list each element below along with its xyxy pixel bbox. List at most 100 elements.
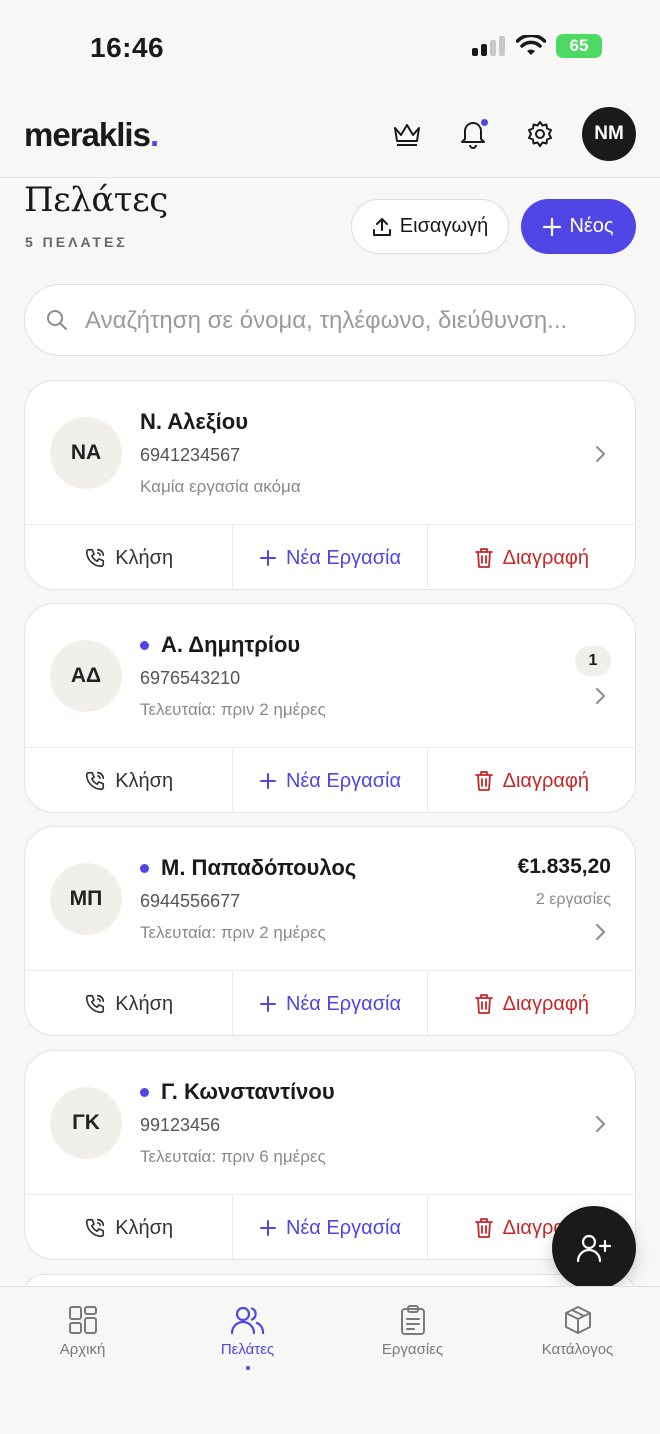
customer-actions: Κλήση Νέα Εργασία Διαγραφή xyxy=(25,524,635,589)
new-job-label: Νέα Εργασία xyxy=(285,546,402,569)
customer-name: Ν. Αλεξίου xyxy=(140,409,248,435)
delete-button[interactable]: Διαγραφή xyxy=(428,971,635,1035)
new-job-button[interactable]: Νέα Εργασία xyxy=(232,1195,428,1259)
user-avatar[interactable]: NM xyxy=(582,107,636,161)
user-plus-icon xyxy=(577,1234,611,1263)
chevron-right-icon xyxy=(596,446,605,462)
new-label: Νέος xyxy=(569,215,614,237)
trash-icon xyxy=(474,994,493,1014)
nav-label: Εργασίες xyxy=(381,1341,444,1358)
customer-last-activity: Τελευταία: πριν 2 ημέρες xyxy=(140,700,326,719)
delete-label: Διαγραφή xyxy=(502,546,590,569)
battery-indicator: 65 xyxy=(556,34,602,58)
customer-name-text: Μ. Παπαδόπουλος xyxy=(161,855,357,880)
logo-text: meraklis xyxy=(24,116,151,153)
grid-icon xyxy=(68,1306,97,1334)
new-customer-button[interactable]: Νέος xyxy=(521,199,636,254)
trash-icon xyxy=(474,1218,493,1238)
nav-item-customers[interactable]: Πελάτες xyxy=(165,1305,330,1370)
crown-icon[interactable] xyxy=(385,112,429,156)
chevron-right-icon xyxy=(596,688,605,704)
customer-card[interactable]: ΜΠ Μ. Παπαδόπουλος 6944556677 Τελευταία:… xyxy=(24,826,636,1036)
delete-button[interactable]: Διαγραφή xyxy=(428,525,635,589)
customer-avatar: ΝΑ xyxy=(50,417,122,489)
customer-phone: 6941234567 xyxy=(140,445,241,465)
customer-actions: Κλήση Νέα Εργασία Διαγραφή xyxy=(25,1194,635,1259)
new-job-button[interactable]: Νέα Εργασία xyxy=(232,748,428,812)
customer-card[interactable]: ΓΚ Γ. Κωνσταντίνου 99123456 Τελευταία: π… xyxy=(24,1050,636,1260)
nav-label: Αρχική xyxy=(59,1341,106,1358)
new-job-label: Νέα Εργασία xyxy=(285,1216,402,1239)
status-bar: 16:46 65 xyxy=(0,0,660,96)
phone-icon xyxy=(86,994,105,1014)
customer-name-text: Γ. Κωνσταντίνου xyxy=(161,1079,335,1104)
customer-name: Α. Δημητρίου xyxy=(140,632,300,658)
new-job-button[interactable]: Νέα Εργασία xyxy=(232,525,428,589)
logo[interactable]: meraklis. xyxy=(24,116,159,154)
notification-dot xyxy=(479,117,490,128)
call-button[interactable]: Κλήση xyxy=(25,525,232,589)
customer-actions: Κλήση Νέα Εργασία Διαγραφή xyxy=(25,747,635,812)
customer-card-body[interactable]: ΝΑ Ν. Αλεξίου 6941234567 Καμία εργασία α… xyxy=(25,381,635,525)
customer-phone: 6976543210 xyxy=(140,668,241,688)
page-title: Πελάτες xyxy=(24,180,168,220)
plus-icon xyxy=(259,996,276,1012)
customer-card[interactable]: ΝΑ Ν. Αλεξίου 6941234567 Καμία εργασία α… xyxy=(24,380,636,590)
new-job-label: Νέα Εργασία xyxy=(285,992,402,1015)
call-label: Κλήση xyxy=(115,546,174,569)
bell-icon[interactable] xyxy=(451,112,495,156)
phone-icon xyxy=(86,771,105,791)
plus-icon xyxy=(259,773,276,789)
search-bar xyxy=(24,284,636,356)
status-time: 16:46 xyxy=(90,32,165,63)
call-button[interactable]: Κλήση xyxy=(25,971,232,1035)
status-icons: 65 xyxy=(472,34,602,58)
nav-item-home[interactable]: Αρχική xyxy=(0,1305,165,1358)
customer-card-body[interactable]: ΜΠ Μ. Παπαδόπουλος 6944556677 Τελευταία:… xyxy=(25,827,635,971)
customer-card[interactable]: ΑΔ Α. Δημητρίου 6976543210 Τελευταία: πρ… xyxy=(24,603,636,813)
signal-icon xyxy=(472,36,505,56)
new-job-button[interactable]: Νέα Εργασία xyxy=(232,971,428,1035)
box-icon xyxy=(564,1306,591,1334)
active-indicator xyxy=(140,640,149,650)
import-button[interactable]: Εισαγωγή xyxy=(351,199,509,254)
delete-label: Διαγραφή xyxy=(502,992,590,1015)
nav-item-catalog[interactable]: Κατάλογος xyxy=(495,1305,660,1358)
customer-name: Μ. Παπαδόπουλος xyxy=(140,855,356,881)
chevron-right-icon xyxy=(596,924,605,940)
plus-icon xyxy=(259,1220,276,1236)
upload-icon xyxy=(372,217,391,236)
nav-label: Κατάλογος xyxy=(541,1341,614,1358)
customer-count: 5 ΠΕΛΑΤΕΣ xyxy=(25,234,128,250)
trash-icon xyxy=(474,548,493,568)
customer-last-activity: Τελευταία: πριν 2 ημέρες xyxy=(140,923,326,942)
nav-item-jobs[interactable]: Εργασίες xyxy=(330,1305,495,1358)
active-nav-indicator xyxy=(245,1366,250,1370)
search-input[interactable] xyxy=(85,299,630,343)
customer-last-activity: Καμία εργασία ακόμα xyxy=(140,477,301,496)
delete-label: Διαγραφή xyxy=(502,769,590,792)
nav-label: Πελάτες xyxy=(220,1341,275,1358)
call-button[interactable]: Κλήση xyxy=(25,748,232,812)
customer-card-body[interactable]: ΑΔ Α. Δημητρίου 6976543210 Τελευταία: πρ… xyxy=(25,604,635,748)
add-customer-fab[interactable] xyxy=(552,1206,636,1290)
customer-name-text: Ν. Αλεξίου xyxy=(140,409,249,434)
delete-button[interactable]: Διαγραφή xyxy=(428,748,635,812)
phone-icon xyxy=(86,548,105,568)
import-label: Εισαγωγή xyxy=(399,215,489,237)
call-button[interactable]: Κλήση xyxy=(25,1195,232,1259)
customer-jobs-count: 2 εργασίες xyxy=(535,891,611,908)
plus-icon xyxy=(543,217,562,236)
gear-icon[interactable] xyxy=(518,112,562,156)
users-icon xyxy=(230,1306,264,1335)
job-count-badge: 1 xyxy=(575,646,611,676)
customer-card-body[interactable]: ΓΚ Γ. Κωνσταντίνου 99123456 Τελευταία: π… xyxy=(25,1051,635,1195)
customer-phone: 99123456 xyxy=(140,1115,221,1135)
chevron-right-icon xyxy=(596,1116,605,1132)
trash-icon xyxy=(474,771,493,791)
battery-level: 65 xyxy=(569,36,589,55)
phone-icon xyxy=(86,1218,105,1238)
customer-actions: Κλήση Νέα Εργασία Διαγραφή xyxy=(25,970,635,1035)
call-label: Κλήση xyxy=(115,769,174,792)
customer-avatar: ΓΚ xyxy=(50,1087,122,1159)
